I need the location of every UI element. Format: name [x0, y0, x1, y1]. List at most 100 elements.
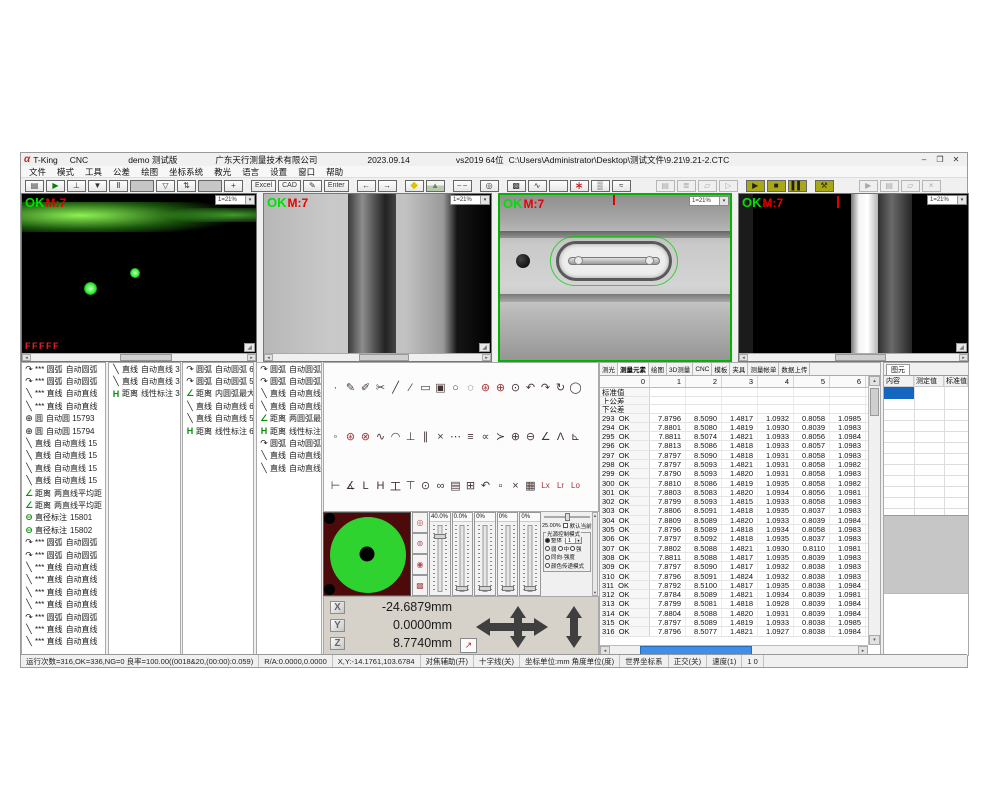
toolbox-tool-icon[interactable]: ▫ [494, 480, 507, 492]
toolbox-tool-icon[interactable]: ⊢ [329, 479, 342, 492]
toolbox-tool-icon[interactable]: ▤ [449, 479, 462, 492]
scroll-right-icon[interactable]: ▸ [482, 354, 491, 361]
toolbar-button[interactable]: ▶ [746, 180, 765, 192]
toolbox-tool-icon[interactable]: ✎ [344, 381, 357, 394]
maximize-button[interactable]: ❐ [932, 155, 948, 164]
camera1-resize-grip[interactable]: ◢ [244, 343, 255, 352]
column-header[interactable]: 1 [650, 376, 686, 387]
menu-item[interactable]: 工具 [85, 166, 102, 178]
toolbox-tool-icon[interactable]: 工 [389, 478, 402, 494]
toolbox-tool-icon[interactable]: ⊤ [404, 479, 417, 492]
table-row[interactable]: 295 OK 7.8811 8.5074 1.4821 1.0933 0.805… [600, 432, 868, 441]
light-slider[interactable]: 40.0% [429, 512, 451, 596]
list-item[interactable]: ╲ 直线 自动直线 15 [22, 450, 105, 462]
toolbox-tool-icon[interactable]: × [509, 480, 522, 492]
radio-direction[interactable] [545, 555, 550, 560]
list-item[interactable]: ↷ *** 圆弧 自动圆弧 [22, 536, 105, 548]
table-row[interactable]: 305 OK 7.8796 8.5089 1.4818 1.0934 0.805… [600, 525, 868, 534]
camera2-resize-grip[interactable]: ◢ [479, 343, 490, 352]
toolbox-tool-icon[interactable]: Lx [539, 481, 552, 490]
menu-item[interactable]: 窗口 [298, 166, 315, 178]
menu-item[interactable]: 模式 [57, 166, 74, 178]
toolbox-tool-icon[interactable]: ⊙ [509, 381, 522, 394]
toolbox-tool-icon[interactable]: ◦ [329, 431, 342, 443]
toolbox-tool-icon[interactable]: ⊛ [479, 381, 492, 394]
table-row[interactable]: 313 OK 7.8799 8.5081 1.4818 1.0928 0.803… [600, 599, 868, 608]
toolbar-button[interactable]: ▲ [426, 180, 445, 192]
camera4-resize-grip[interactable]: ◢ [956, 343, 967, 352]
toolbox-tool-icon[interactable]: Lr [554, 481, 567, 490]
dropdown-arrow-icon[interactable]: ▾ [575, 538, 581, 543]
light-mode-button[interactable]: ▩ [412, 575, 428, 596]
column-header[interactable]: 内容 [884, 376, 914, 386]
table-row[interactable]: 312 OK 7.8784 8.5089 1.4821 1.0934 0.803… [600, 590, 868, 599]
list-item[interactable]: H 距离 线性标注 66 [183, 425, 253, 437]
table-row[interactable]: 302 OK 7.8799 8.5093 1.4815 1.0933 0.805… [600, 497, 868, 506]
list-item[interactable]: ╲ *** 直线 自动直线 [22, 598, 105, 610]
toolbar-button[interactable]: Ⅱ [109, 180, 128, 192]
column-header[interactable]: 标准值 [944, 376, 968, 386]
table-row[interactable]: 299 OK 7.8790 8.5093 1.4820 1.0931 0.805… [600, 469, 868, 478]
scroll-thumb[interactable] [359, 354, 409, 361]
table-tab[interactable]: 数据上传 [779, 363, 810, 375]
table-row[interactable]: 308 OK 7.8811 8.5088 1.4817 1.0935 0.803… [600, 553, 868, 562]
table-row[interactable]: 309 OK 7.8797 8.5090 1.4817 1.0932 0.803… [600, 562, 868, 571]
scroll-down-icon[interactable]: ▼ [593, 590, 597, 595]
list-item[interactable]: ╲ *** 直线 自动直线 [22, 636, 105, 648]
list-item[interactable]: ↷ *** 圆弧 自动圆弧 [22, 363, 105, 375]
toolbox-tool-icon[interactable]: Λ [554, 431, 567, 443]
slider-thumb[interactable] [434, 534, 446, 539]
camera4-hscrollbar[interactable]: ◂ ▸ [739, 353, 968, 361]
toolbar-button[interactable]: ▌▌ [788, 180, 807, 192]
list-item[interactable]: ∠ 距离 两直线平均距 [22, 499, 105, 511]
list-item[interactable]: ↷ *** 圆弧 自动圆弧 [22, 549, 105, 561]
list-item[interactable]: H 距离 线性标注 34 [109, 388, 180, 400]
slider-thumb[interactable] [565, 513, 570, 521]
toolbar-button[interactable]: ▶ [46, 180, 65, 192]
camera-view-3-selected[interactable]: OKM:7 1=21%▾ [498, 193, 732, 362]
toolbox-tool-icon[interactable]: L [359, 480, 372, 492]
toolbox-tool-icon[interactable]: ∞ [434, 480, 447, 492]
scroll-up-icon[interactable]: ▲ [593, 513, 597, 518]
slider-track[interactable] [501, 525, 515, 592]
light-mode-button[interactable]: ◎ [412, 512, 428, 533]
radio-strong[interactable] [570, 546, 575, 551]
table-tab[interactable]: 夹具 [730, 363, 748, 375]
toolbox-tool-icon[interactable]: ◯ [569, 381, 582, 394]
minimize-button[interactable]: – [916, 155, 932, 164]
toolbar-button[interactable]: – – [453, 180, 472, 192]
toolbar-button[interactable]: ⚒ [815, 180, 834, 192]
menu-item[interactable]: 设置 [270, 166, 287, 178]
light-mode-button[interactable]: ◉ [412, 554, 428, 575]
list-item[interactable]: ╲ 直线 自动直线 15 [22, 475, 105, 487]
camera3-zoom-dropdown[interactable]: 1=21%▾ [689, 196, 729, 206]
table-row[interactable]: 标准值 [600, 388, 868, 397]
list-item[interactable]: ╲ 直线 自动直线 5 [257, 400, 321, 412]
list-item[interactable]: ╲ 直线 自动直线 6 [183, 400, 253, 412]
toolbar-button[interactable]: ◆ [405, 180, 424, 192]
scroll-down-icon[interactable]: ▾ [869, 635, 880, 645]
toolbox-tool-icon[interactable]: ≻ [494, 430, 507, 443]
list-item[interactable]: ╲ *** 直线 自动直线 [22, 623, 105, 635]
slider-thumb[interactable] [456, 586, 468, 591]
toolbox-tool-icon[interactable]: ↶ [524, 381, 537, 394]
list-item[interactable]: ╲ *** 直线 自动直线 [22, 586, 105, 598]
scroll-up-icon[interactable]: ▴ [869, 376, 880, 386]
light-slider[interactable]: 0% [519, 512, 541, 596]
table-row[interactable]: 314 OK 7.8804 8.5088 1.4820 1.0931 0.803… [600, 609, 868, 618]
radio-color[interactable] [545, 563, 550, 568]
list-item[interactable]: ↷ *** 圆弧 自动圆弧 [22, 375, 105, 387]
menu-item[interactable]: 教光 [214, 166, 231, 178]
table-row[interactable]: 310 OK 7.8796 8.5091 1.4824 1.0932 0.803… [600, 572, 868, 581]
light-options-scrollbar[interactable]: ▲ ▼ [592, 512, 598, 596]
list-item[interactable]: ╲ 直线 自动直线 5 [257, 388, 321, 400]
toolbar-button[interactable]: + [224, 180, 243, 192]
table-tab[interactable]: CNC [693, 363, 712, 375]
radio-whole[interactable] [545, 538, 550, 543]
list-item[interactable]: ╲ *** 直线 自动直线 [22, 388, 105, 400]
toolbox-tool-icon[interactable]: ▦ [524, 479, 537, 492]
slider-track[interactable] [523, 525, 537, 592]
table-row[interactable]: 296 OK 7.8813 8.5086 1.4818 1.0933 0.805… [600, 441, 868, 450]
camera-view-2[interactable]: OKM:7 1=21%▾ ◢ ◂ ▸ [263, 193, 492, 362]
menu-item[interactable]: 坐标系统 [169, 166, 203, 178]
